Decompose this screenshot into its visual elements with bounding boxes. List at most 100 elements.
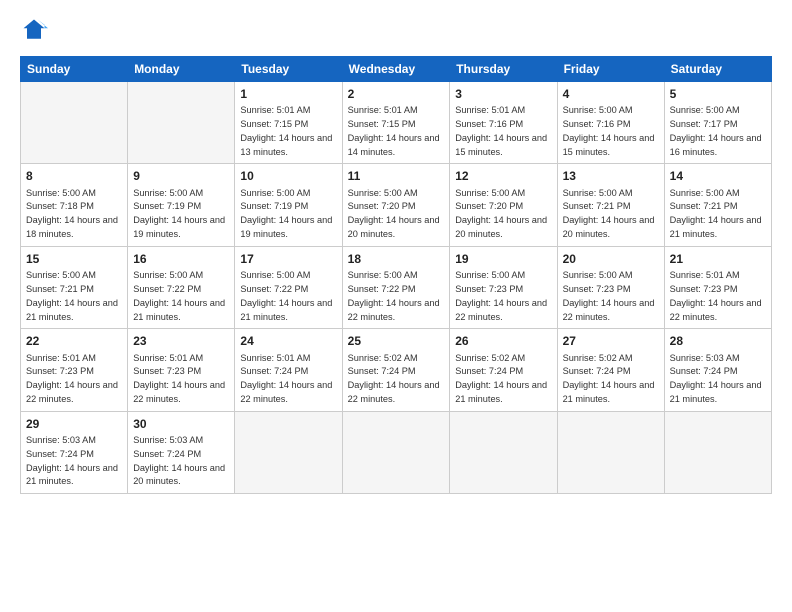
day-info: Sunrise: 5:00 AMSunset: 7:20 PMDaylight:… [455,188,547,239]
day-number: 20 [563,251,659,267]
day-number: 2 [348,86,445,102]
day-number: 28 [670,333,766,349]
day-number: 18 [348,251,445,267]
day-number: 21 [670,251,766,267]
calendar-cell: 21 Sunrise: 5:01 AMSunset: 7:23 PMDayligh… [664,246,771,328]
weekday-header-thursday: Thursday [450,57,557,82]
calendar-week-5: 29 Sunrise: 5:03 AMSunset: 7:24 PMDayligh… [21,411,772,493]
calendar-cell: 9 Sunrise: 5:00 AMSunset: 7:19 PMDaylight… [128,164,235,246]
logo-icon [20,16,48,44]
day-info: Sunrise: 5:00 AMSunset: 7:23 PMDaylight:… [563,270,655,321]
calendar-cell: 8 Sunrise: 5:00 AMSunset: 7:18 PMDaylight… [21,164,128,246]
day-number: 3 [455,86,551,102]
calendar-cell: 4Sunrise: 5:00 AMSunset: 7:16 PMDaylight… [557,82,664,164]
day-info: Sunrise: 5:01 AMSunset: 7:15 PMDaylight:… [348,105,440,156]
calendar-week-3: 15Sunrise: 5:00 AMSunset: 7:21 PMDayligh… [21,246,772,328]
day-info: Sunrise: 5:02 AMSunset: 7:24 PMDaylight:… [563,353,655,404]
day-info: Sunrise: 5:01 AMSunset: 7:23 PMDaylight:… [670,270,762,321]
day-info: Sunrise: 5:00 AMSunset: 7:19 PMDaylight:… [240,188,332,239]
day-info: Sunrise: 5:02 AMSunset: 7:24 PMDaylight:… [348,353,440,404]
calendar-cell: 5 Sunrise: 5:00 AMSunset: 7:17 PMDaylight… [664,82,771,164]
calendar-cell: 10 Sunrise: 5:00 AMSunset: 7:19 PMDayligh… [235,164,342,246]
calendar-cell [21,82,128,164]
weekday-header-wednesday: Wednesday [342,57,450,82]
day-info: Sunrise: 5:00 AMSunset: 7:22 PMDaylight:… [133,270,225,321]
calendar-cell: 25 Sunrise: 5:02 AMSunset: 7:24 PMDayligh… [342,329,450,411]
day-info: Sunrise: 5:01 AMSunset: 7:23 PMDaylight:… [133,353,225,404]
calendar-cell: 1 Sunrise: 5:01 AMSunset: 7:15 PMDaylight… [235,82,342,164]
calendar-cell [235,411,342,493]
day-info: Sunrise: 5:02 AMSunset: 7:24 PMDaylight:… [455,353,547,404]
day-number: 19 [455,251,551,267]
calendar-table: SundayMondayTuesdayWednesdayThursdayFrid… [20,56,772,494]
calendar-week-2: 8 Sunrise: 5:00 AMSunset: 7:18 PMDaylight… [21,164,772,246]
day-number: 5 [670,86,766,102]
day-number: 24 [240,333,336,349]
calendar-cell: 16 Sunrise: 5:00 AMSunset: 7:22 PMDayligh… [128,246,235,328]
header [20,16,772,44]
day-info: Sunrise: 5:03 AMSunset: 7:24 PMDaylight:… [26,435,118,486]
weekday-header-tuesday: Tuesday [235,57,342,82]
day-number: 29 [26,416,122,432]
calendar-cell: 18 Sunrise: 5:00 AMSunset: 7:22 PMDayligh… [342,246,450,328]
day-info: Sunrise: 5:03 AMSunset: 7:24 PMDaylight:… [133,435,225,486]
weekday-header-friday: Friday [557,57,664,82]
calendar-cell: 30 Sunrise: 5:03 AMSunset: 7:24 PMDayligh… [128,411,235,493]
day-number: 17 [240,251,336,267]
calendar-cell: 12 Sunrise: 5:00 AMSunset: 7:20 PMDayligh… [450,164,557,246]
day-number: 10 [240,168,336,184]
calendar-cell [450,411,557,493]
day-info: Sunrise: 5:00 AMSunset: 7:19 PMDaylight:… [133,188,225,239]
day-number: 4 [563,86,659,102]
calendar-cell: 28 Sunrise: 5:03 AMSunset: 7:24 PMDayligh… [664,329,771,411]
calendar-cell: 27 Sunrise: 5:02 AMSunset: 7:24 PMDayligh… [557,329,664,411]
day-info: Sunrise: 5:03 AMSunset: 7:24 PMDaylight:… [670,353,762,404]
day-info: Sunrise: 5:01 AMSunset: 7:16 PMDaylight:… [455,105,547,156]
calendar-cell: 22 Sunrise: 5:01 AMSunset: 7:23 PMDayligh… [21,329,128,411]
calendar-cell: 23 Sunrise: 5:01 AMSunset: 7:23 PMDayligh… [128,329,235,411]
calendar-cell [557,411,664,493]
day-info: Sunrise: 5:00 AMSunset: 7:17 PMDaylight:… [670,105,762,156]
day-number: 9 [133,168,229,184]
calendar-cell: 13Sunrise: 5:00 AMSunset: 7:21 PMDayligh… [557,164,664,246]
calendar-cell: 17 Sunrise: 5:00 AMSunset: 7:22 PMDayligh… [235,246,342,328]
calendar-cell: 19Sunrise: 5:00 AMSunset: 7:23 PMDayligh… [450,246,557,328]
day-number: 23 [133,333,229,349]
day-info: Sunrise: 5:01 AMSunset: 7:23 PMDaylight:… [26,353,118,404]
weekday-header-sunday: Sunday [21,57,128,82]
day-number: 16 [133,251,229,267]
day-number: 11 [348,168,445,184]
calendar-week-4: 22 Sunrise: 5:01 AMSunset: 7:23 PMDayligh… [21,329,772,411]
day-info: Sunrise: 5:00 AMSunset: 7:21 PMDaylight:… [670,188,762,239]
day-info: Sunrise: 5:00 AMSunset: 7:20 PMDaylight:… [348,188,440,239]
calendar-cell: 29 Sunrise: 5:03 AMSunset: 7:24 PMDayligh… [21,411,128,493]
day-number: 26 [455,333,551,349]
day-number: 27 [563,333,659,349]
day-number: 15 [26,251,122,267]
calendar-cell: 26 Sunrise: 5:02 AMSunset: 7:24 PMDayligh… [450,329,557,411]
weekday-header-row: SundayMondayTuesdayWednesdayThursdayFrid… [21,57,772,82]
day-info: Sunrise: 5:00 AMSunset: 7:22 PMDaylight:… [348,270,440,321]
day-number: 12 [455,168,551,184]
day-number: 30 [133,416,229,432]
page: SundayMondayTuesdayWednesdayThursdayFrid… [0,0,792,612]
day-info: Sunrise: 5:01 AMSunset: 7:15 PMDaylight:… [240,105,332,156]
calendar-cell [128,82,235,164]
day-number: 22 [26,333,122,349]
calendar-cell [342,411,450,493]
day-number: 25 [348,333,445,349]
day-info: Sunrise: 5:00 AMSunset: 7:22 PMDaylight:… [240,270,332,321]
day-number: 8 [26,168,122,184]
day-info: Sunrise: 5:00 AMSunset: 7:18 PMDaylight:… [26,188,118,239]
calendar-cell: 24 Sunrise: 5:01 AMSunset: 7:24 PMDayligh… [235,329,342,411]
day-number: 1 [240,86,336,102]
logo [20,16,52,44]
day-info: Sunrise: 5:01 AMSunset: 7:24 PMDaylight:… [240,353,332,404]
calendar-cell: 15Sunrise: 5:00 AMSunset: 7:21 PMDayligh… [21,246,128,328]
calendar-cell: 2 Sunrise: 5:01 AMSunset: 7:15 PMDaylight… [342,82,450,164]
calendar-cell [664,411,771,493]
weekday-header-monday: Monday [128,57,235,82]
calendar-cell: 11 Sunrise: 5:00 AMSunset: 7:20 PMDayligh… [342,164,450,246]
calendar-cell: 3 Sunrise: 5:01 AMSunset: 7:16 PMDaylight… [450,82,557,164]
calendar-cell: 14Sunrise: 5:00 AMSunset: 7:21 PMDayligh… [664,164,771,246]
